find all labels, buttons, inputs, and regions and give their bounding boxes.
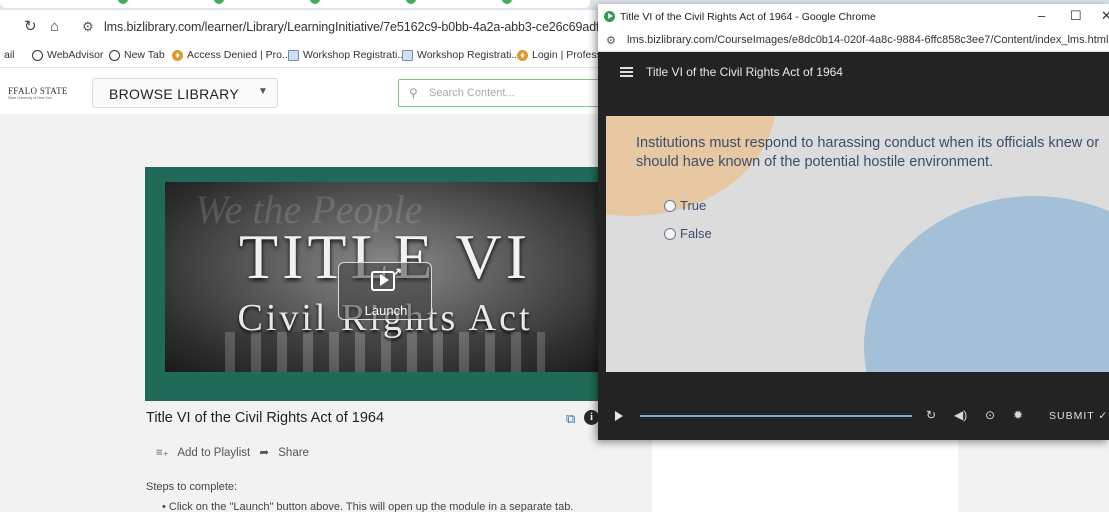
reload-icon[interactable]: ↻ bbox=[24, 19, 37, 35]
player-header: Title VI of the Civil Rights Act of 1964 bbox=[598, 52, 1109, 92]
browse-library-label: BROWSE LIBRARY bbox=[109, 86, 239, 102]
site-settings-icon[interactable]: ⚙ bbox=[82, 19, 94, 35]
player-controls: ↻ ◀) ⊙ ✹ SUBMIT ✓ bbox=[598, 402, 1109, 432]
search-input[interactable]: ⚲ Search Content... bbox=[398, 79, 608, 107]
course-title: Title VI of the Civil Rights Act of 1964 bbox=[146, 410, 385, 426]
captions-icon[interactable]: ⊙ bbox=[985, 408, 995, 422]
share-icon: ➦ bbox=[259, 447, 270, 459]
play-icon bbox=[380, 274, 389, 286]
site-settings-icon[interactable]: ⚙ bbox=[606, 34, 616, 47]
popup-titlebar[interactable]: Title VI of the Civil Rights Act of 1964… bbox=[598, 4, 1109, 30]
option-true-label: True bbox=[680, 198, 707, 213]
maximize-icon[interactable]: ☐ bbox=[1070, 8, 1082, 24]
bookmark-workshop-1[interactable]: Workshop Registrati... bbox=[288, 49, 406, 61]
steps-heading: Steps to complete: bbox=[146, 481, 238, 493]
playlist-icon: ≡₊ bbox=[156, 447, 169, 459]
close-icon[interactable]: ✕ bbox=[1101, 8, 1109, 24]
volume-icon[interactable]: ◀) bbox=[954, 408, 967, 422]
option-false[interactable]: False bbox=[664, 226, 712, 241]
bookmark-login[interactable]: ♦ Login | Professio bbox=[517, 49, 610, 61]
menu-icon[interactable] bbox=[620, 67, 633, 77]
popup-window-title: Title VI of the Civil Rights Act of 1964… bbox=[620, 11, 876, 23]
option-false-label: False bbox=[680, 226, 712, 241]
quiz-slide: Institutions must respond to harassing c… bbox=[606, 116, 1109, 372]
active-tab[interactable] bbox=[0, 0, 590, 8]
launch-label: Launch bbox=[364, 303, 408, 318]
bookmark-mail[interactable]: ail bbox=[4, 49, 15, 61]
quiz-question: Institutions must respond to harassing c… bbox=[636, 135, 1100, 170]
screen: ↻ ⌂ ⚙ lms.bizlibrary.com/learner/Library… bbox=[0, 0, 1109, 512]
course-actions: ≡₊ Add to Playlist ➦ Share bbox=[156, 445, 315, 459]
course-popup-window: Title VI of the Civil Rights Act of 1964… bbox=[598, 4, 1109, 440]
doc-icon bbox=[288, 49, 299, 61]
add-to-playlist-link[interactable]: Add to Playlist bbox=[177, 447, 250, 459]
home-icon[interactable]: ⌂ bbox=[50, 19, 59, 35]
replay-icon[interactable]: ↻ bbox=[926, 408, 936, 422]
minimize-icon[interactable]: – bbox=[1038, 8, 1045, 23]
shield-icon: ♦ bbox=[172, 49, 183, 61]
step-item: • Click on the "Launch" button above. Th… bbox=[162, 501, 574, 512]
doc-icon bbox=[402, 49, 413, 61]
popup-url[interactable]: lms.bizlibrary.com/CourseImages/e8dc0b14… bbox=[627, 34, 1108, 46]
search-icon: ⚲ bbox=[409, 86, 418, 100]
globe-icon bbox=[109, 49, 120, 61]
share-link[interactable]: Share bbox=[278, 447, 309, 459]
globe-icon bbox=[32, 49, 43, 61]
search-placeholder: Search Content... bbox=[429, 87, 515, 99]
popup-address-bar[interactable]: ⚙ lms.bizlibrary.com/CourseImages/e8dc0b… bbox=[598, 30, 1109, 52]
side-panel bbox=[652, 440, 958, 512]
option-true[interactable]: True bbox=[664, 198, 706, 213]
info-icon[interactable]: i bbox=[584, 410, 599, 425]
submit-button[interactable]: SUBMIT ✓ bbox=[1049, 410, 1108, 422]
brand-subtitle: State University of New York bbox=[8, 96, 53, 100]
address-bar[interactable]: lms.bizlibrary.com/learner/Library/Learn… bbox=[104, 20, 682, 34]
radio-true[interactable] bbox=[664, 199, 676, 212]
caret-down-icon: ▼ bbox=[258, 86, 268, 97]
shield-icon: ♦ bbox=[517, 49, 528, 61]
bookmark-access-denied[interactable]: ♦ Access Denied | Pro... bbox=[172, 49, 291, 61]
decor-shape bbox=[864, 196, 1109, 372]
brand-logo[interactable]: FFALO STATE bbox=[8, 86, 68, 96]
open-external-icon[interactable]: ⧉ bbox=[566, 411, 575, 427]
radio-false[interactable] bbox=[664, 227, 676, 240]
player-course-title: Title VI of the Civil Rights Act of 1964 bbox=[646, 65, 843, 79]
play-icon bbox=[608, 13, 613, 19]
launch-button[interactable]: ↗ Launch bbox=[338, 262, 432, 320]
external-arrow-icon: ↗ bbox=[392, 265, 403, 279]
bookmark-workshop-2[interactable]: Workshop Registrati... bbox=[402, 49, 520, 61]
play-button[interactable] bbox=[615, 411, 623, 421]
settings-gear-icon[interactable]: ✹ bbox=[1013, 408, 1023, 422]
submit-label: SUBMIT bbox=[1049, 410, 1095, 422]
bookmark-webadvisor[interactable]: WebAdvisor bbox=[32, 49, 103, 61]
bookmark-new-tab[interactable]: New Tab bbox=[109, 49, 165, 61]
check-icon: ✓ bbox=[1098, 410, 1109, 422]
browse-library-button[interactable]: BROWSE LIBRARY ▼ bbox=[92, 78, 278, 108]
seek-bar[interactable] bbox=[640, 415, 912, 417]
